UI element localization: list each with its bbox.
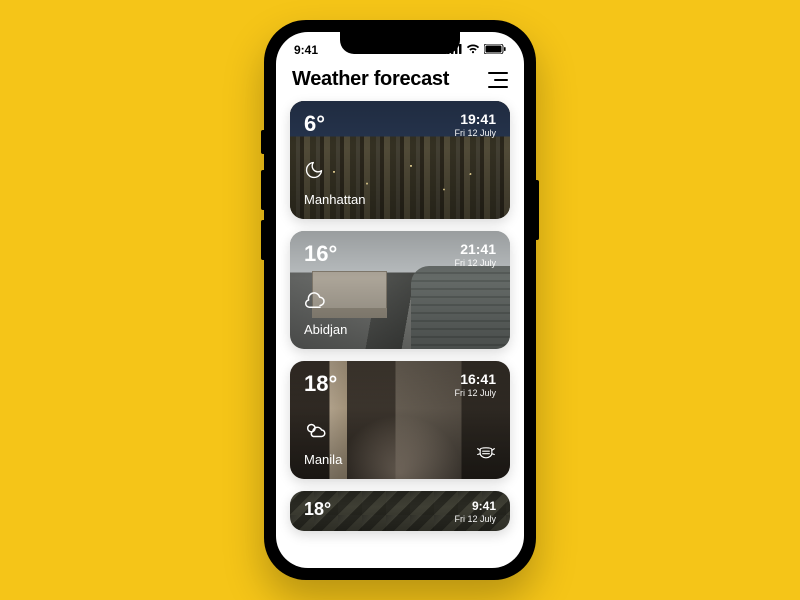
weather-card-peek[interactable]: 18° 9:41 Fri 12 July: [290, 491, 510, 531]
time-block: 21:41 Fri 12 July: [454, 241, 496, 268]
date: Fri 12 July: [454, 258, 496, 268]
partly-cloudy-icon: [304, 420, 328, 445]
wifi-icon: [466, 43, 480, 57]
time: 21:41: [454, 241, 496, 257]
cloud-icon: [304, 290, 326, 315]
power-button: [536, 180, 539, 240]
date: Fri 12 July: [454, 388, 496, 398]
header: Weather forecast: [276, 62, 524, 101]
time: 19:41: [454, 111, 496, 127]
mask-icon: [476, 444, 496, 465]
volume-up: [261, 170, 264, 210]
temperature: 18°: [304, 499, 331, 520]
menu-icon: [488, 72, 508, 74]
phone-frame: 9:41 Weather forecast: [264, 20, 536, 580]
page-title: Weather forecast: [292, 68, 449, 91]
menu-icon: [494, 79, 508, 81]
date: Fri 12 July: [454, 128, 496, 138]
weather-card-abidjan[interactable]: 16° 21:41 Fri 12 July Abidjan: [290, 231, 510, 349]
time: 9:41: [454, 499, 496, 513]
temperature: 18°: [304, 371, 337, 397]
menu-icon: [488, 86, 508, 88]
temperature: 16°: [304, 241, 337, 267]
city-list[interactable]: 6° 19:41 Fri 12 July Manhattan 16° 21:41…: [276, 101, 524, 531]
screen: 9:41 Weather forecast: [276, 32, 524, 568]
temperature: 6°: [304, 111, 325, 137]
weather-card-manila[interactable]: 18° 16:41 Fri 12 July Manila: [290, 361, 510, 479]
weather-card-manhattan[interactable]: 6° 19:41 Fri 12 July Manhattan: [290, 101, 510, 219]
volume-down: [261, 220, 264, 260]
status-time: 9:41: [294, 43, 318, 57]
time-block: 16:41 Fri 12 July: [454, 371, 496, 398]
menu-button[interactable]: [488, 72, 508, 88]
time-block: 19:41 Fri 12 July: [454, 111, 496, 138]
time-block: 9:41 Fri 12 July: [454, 499, 496, 524]
notch: [340, 32, 460, 54]
mute-switch: [261, 130, 264, 154]
battery-icon: [484, 43, 506, 57]
city-name: Manhattan: [304, 192, 365, 207]
city-name: Manila: [304, 452, 342, 467]
date: Fri 12 July: [454, 514, 496, 524]
time: 16:41: [454, 371, 496, 387]
city-name: Abidjan: [304, 322, 347, 337]
moon-icon: [304, 160, 324, 185]
